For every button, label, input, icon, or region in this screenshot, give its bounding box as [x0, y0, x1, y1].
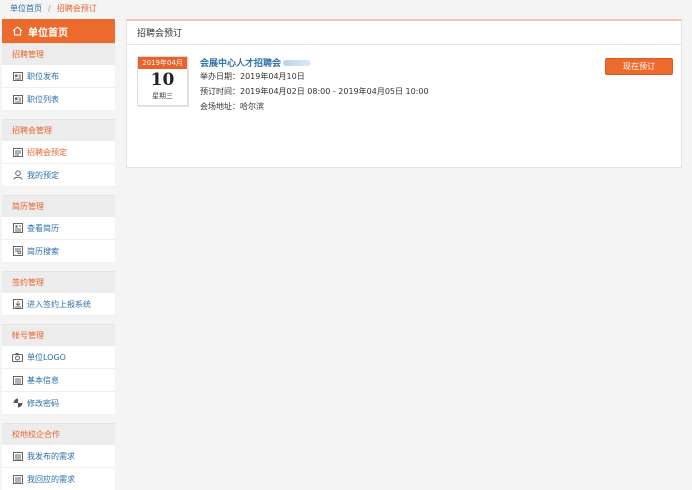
group-gap	[2, 415, 115, 423]
menu-item-contract-system[interactable]: 进入签约上报系统	[2, 293, 115, 316]
menu-item-my-booking[interactable]: 我的预定	[2, 164, 115, 187]
menu-item-label: 修改密码	[27, 398, 59, 408]
menu-item-view-resume[interactable]: 查看简历	[2, 217, 115, 240]
home-icon	[12, 26, 23, 36]
group-gap	[2, 187, 115, 195]
calendar-weekday: 星期三	[152, 92, 173, 100]
fair-item: 2019年04月 10 星期三 会展中心人才招聘会 举办日期：2019年04月1…	[137, 56, 673, 116]
calendar-badge: 2019年04月 10 星期三	[137, 56, 188, 106]
menu-item-basic-info[interactable]: 基本信息	[2, 369, 115, 392]
contract-icon	[12, 299, 23, 310]
publish-icon	[12, 451, 23, 462]
calendar-month: 2019年04月	[138, 57, 187, 69]
group-title-fair: 招聘会管理	[2, 119, 115, 141]
group-title-cooperation: 校地校企合作	[2, 423, 115, 445]
reply-icon	[12, 474, 23, 485]
sidebar-home[interactable]: 单位首页	[2, 19, 115, 43]
menu-item-label: 职位列表	[27, 94, 59, 104]
menu-item-post-job[interactable]: 职位发布	[2, 65, 115, 88]
menu-item-label: 我发布的需求	[27, 451, 75, 461]
group-title-resume: 简历管理	[2, 195, 115, 217]
search-doc-icon	[12, 246, 23, 257]
resume-icon	[12, 223, 23, 234]
breadcrumb-separator: /	[48, 3, 51, 13]
menu-item-my-replied[interactable]: 我回应的需求	[2, 468, 115, 490]
breadcrumb-home-link[interactable]: 单位首页	[10, 3, 42, 14]
group-title-recruit: 招聘管理	[2, 43, 115, 65]
menu-item-label: 简历搜索	[27, 246, 59, 256]
fair-booking-panel: 招聘会预订 2019年04月 10 星期三 会展中心人才招聘会 举办日期：201…	[126, 19, 682, 168]
user-icon	[12, 170, 23, 181]
menu-item-change-password[interactable]: 修改密码	[2, 392, 115, 415]
menu-item-job-list[interactable]: 职位列表	[2, 88, 115, 111]
calendar-day: 10	[150, 70, 175, 90]
fair-title-row: 会展中心人才招聘会	[200, 56, 429, 69]
fair-held-date: 举办日期：2019年04月10日	[200, 72, 305, 81]
group-title-account: 帐号管理	[2, 324, 115, 346]
menu-item-logo[interactable]: 单位LOGO	[2, 346, 115, 369]
camera-icon	[12, 352, 23, 363]
redacted-text	[283, 59, 312, 66]
fair-venue: 会场地址：哈尔滨	[200, 102, 264, 111]
menu-item-label: 单位LOGO	[27, 352, 66, 362]
group-gap	[2, 263, 115, 271]
menu-item-search-resume[interactable]: 简历搜索	[2, 240, 115, 263]
menu-item-label: 我的预定	[27, 170, 59, 180]
list-icon	[12, 94, 23, 105]
fair-info: 会展中心人才招聘会 举办日期：2019年04月10日 预订时间：2019年04月…	[200, 56, 429, 114]
info-icon	[12, 375, 23, 386]
menu-item-label: 职位发布	[27, 71, 59, 81]
fair-title-link[interactable]: 会展中心人才招聘会	[200, 56, 281, 69]
group-title-contract: 签约管理	[2, 271, 115, 293]
breadcrumb-current: 招聘会预订	[56, 3, 97, 13]
book-now-button[interactable]: 现在预订	[605, 58, 673, 75]
group-gap	[2, 316, 115, 324]
form-icon	[12, 71, 23, 82]
panel-title: 招聘会预订	[127, 21, 681, 45]
menu-item-label: 查看简历	[27, 223, 59, 233]
fair-booking-time: 预订时间：2019年04月02日 08:00 - 2019年04月05日 10:…	[200, 87, 429, 96]
menu-item-label: 进入签约上报系统	[27, 299, 91, 309]
sidebar: 单位首页 招聘管理 职位发布 职位列表 招聘会管理 招聘会预定 我的预定 简历管…	[2, 19, 115, 490]
menu-item-label: 招聘会预定	[27, 147, 67, 157]
menu-item-label: 我回应的需求	[27, 474, 75, 484]
document-icon	[12, 147, 23, 158]
menu-item-fair-booking[interactable]: 招聘会预定	[2, 141, 115, 164]
sidebar-home-label: 单位首页	[28, 27, 68, 39]
menu-item-label: 基本信息	[27, 375, 59, 385]
menu-item-my-published[interactable]: 我发布的需求	[2, 445, 115, 468]
group-gap	[2, 111, 115, 119]
password-icon	[12, 398, 23, 409]
breadcrumb: 单位首页 / 招聘会预订	[10, 2, 97, 14]
